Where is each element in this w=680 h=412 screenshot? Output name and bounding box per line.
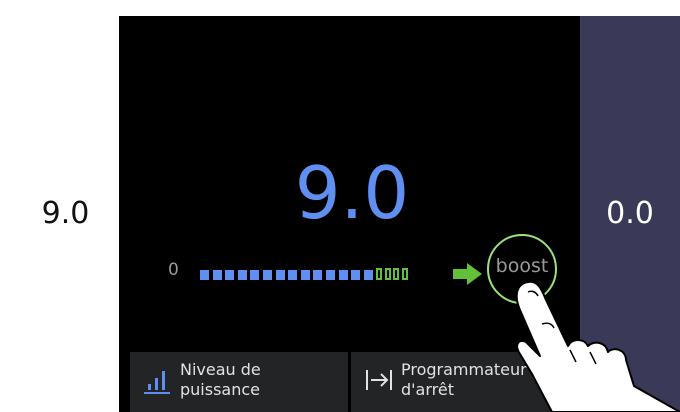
slider-segment [288, 270, 298, 280]
slider-segment [351, 270, 361, 280]
pointing-hand-icon [515, 280, 680, 412]
left-zone-value: 9.0 [41, 196, 90, 231]
slider-boost-segment [384, 268, 391, 280]
power-slider[interactable] [200, 262, 490, 286]
power-level-icon [144, 371, 170, 394]
slider-segment [263, 270, 272, 280]
slider-segment [363, 270, 373, 280]
slider-segment [200, 270, 209, 280]
timer-stop-icon [366, 370, 392, 390]
left-cooking-zone[interactable]: 9.0 [12, 16, 119, 412]
slider-segment [326, 270, 335, 280]
tab-power-level[interactable]: Niveau de puissance [130, 352, 348, 412]
slider-segment [225, 270, 235, 280]
slider-boost-segment [376, 268, 383, 280]
slider-segment [250, 270, 260, 280]
slider-boost-segment [401, 268, 408, 280]
power-level-display: 9.0 [294, 151, 410, 235]
slider-segment [338, 270, 348, 280]
right-zone-value: 0.0 [606, 196, 654, 231]
slider-segment [237, 270, 247, 280]
slider-min-label: 0 [168, 260, 179, 280]
cooktop-display: 9.0 9.0 0 boost 0.0 Niveau de puissance … [12, 16, 680, 412]
slider-segment [300, 270, 310, 280]
slider-segment [313, 270, 323, 280]
slider-boost-segment [393, 268, 400, 280]
slider-segment [275, 270, 285, 280]
tab-power-level-label: Niveau de puissance [180, 360, 261, 399]
slider-segment [212, 270, 222, 280]
